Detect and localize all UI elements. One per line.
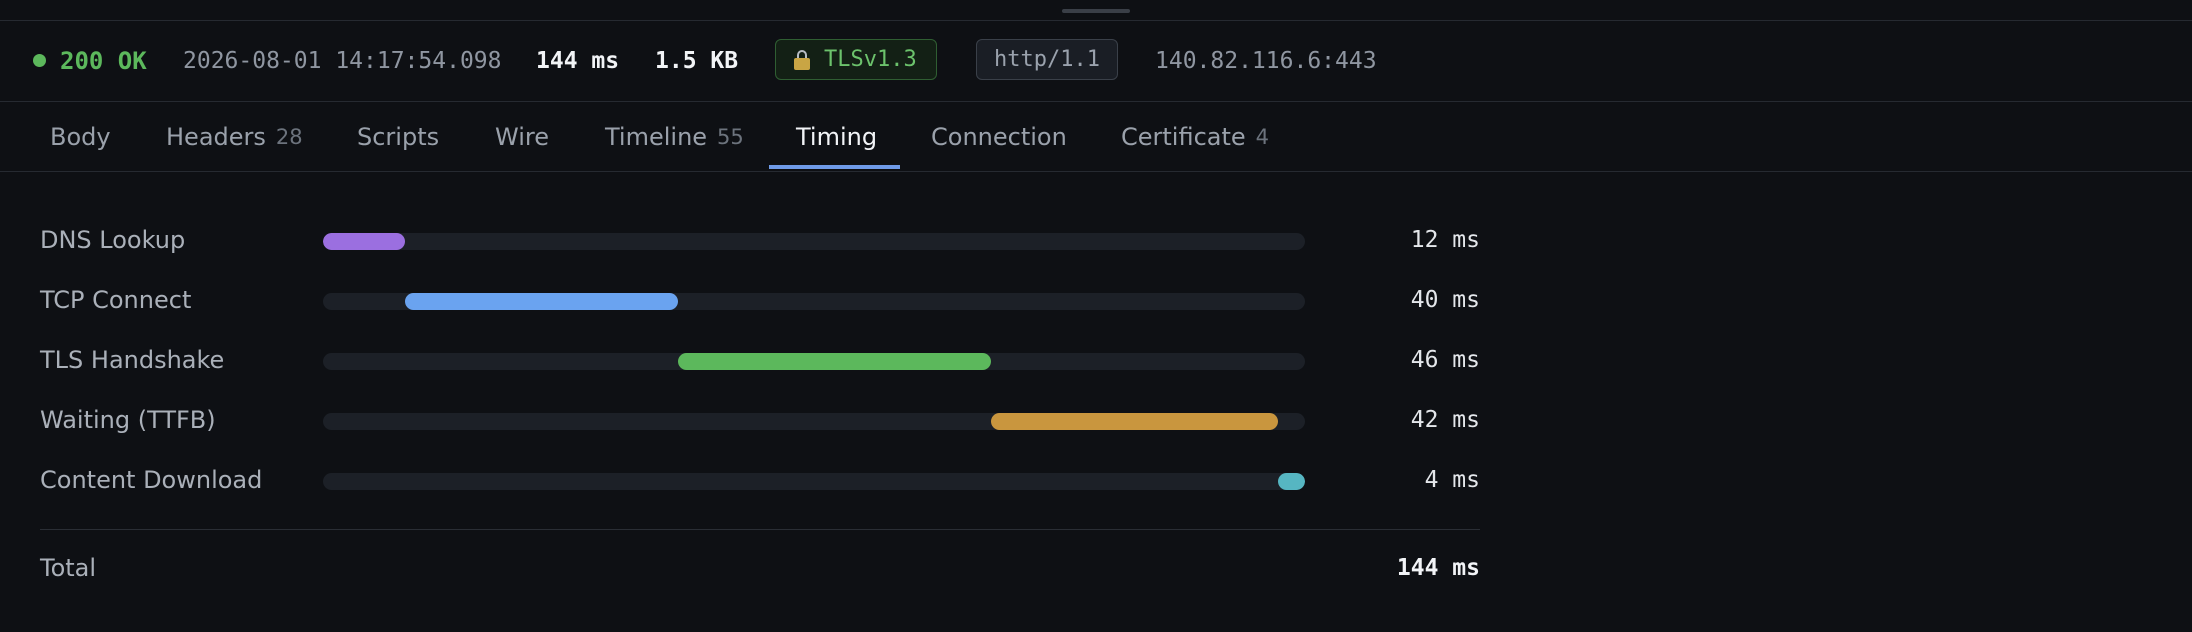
tab-label: Timeline (605, 122, 708, 151)
phase-duration: 12 ms (1410, 227, 1480, 253)
response-status-bar: 200 OK 2026-08-01 14:17:54.098 144 ms 1.… (0, 20, 2192, 102)
phase-bar (677, 353, 992, 370)
panel-resize-strip[interactable] (0, 0, 2192, 21)
phase-label: TCP Connect (40, 286, 192, 314)
tab-timing[interactable]: Timing (796, 102, 877, 171)
timing-panel: DNS Lookup 12 ms TCP Connect 40 ms TLS H… (0, 172, 2192, 632)
tab-label: Headers (166, 122, 266, 151)
tab-label: Wire (495, 122, 549, 151)
phase-bar (404, 293, 678, 310)
phase-bar (323, 233, 405, 250)
tab-label: Body (50, 122, 111, 151)
phase-duration: 4 ms (1424, 467, 1480, 493)
tab-count-badge: 55 (717, 124, 744, 149)
phase-duration: 46 ms (1410, 347, 1480, 373)
tab-scripts[interactable]: Scripts (357, 102, 439, 171)
lock-icon (794, 49, 810, 70)
total-duration: 144 ms (1396, 555, 1480, 581)
tab-count-badge: 28 (275, 124, 303, 149)
response-duration: 144 ms (536, 47, 620, 74)
tab-label: Connection (931, 122, 1067, 151)
tab-count-badge: 4 (1255, 124, 1270, 149)
response-tabs: Body Headers 28 Scripts Wire Timeline 55… (0, 102, 2192, 172)
phase-track (323, 413, 1305, 430)
phase-label: Waiting (TTFB) (40, 406, 216, 434)
phase-label: Content Download (40, 466, 263, 494)
tab-label: Timing (796, 122, 878, 151)
tls-version-badge[interactable]: TLSv1.3 (775, 39, 937, 80)
resize-handle[interactable] (1062, 9, 1130, 13)
remote-address: 140.82.116.6:443 (1155, 47, 1377, 74)
total-label: Total (40, 554, 97, 582)
tab-label: Scripts (357, 122, 440, 151)
active-tab-indicator (769, 165, 900, 169)
tab-label: Certificate (1121, 122, 1246, 151)
response-timestamp: 2026-08-01 14:17:54.098 (183, 47, 502, 74)
status-ok-dot-icon (33, 54, 46, 67)
timing-divider (40, 529, 1480, 530)
timing-row: TCP Connect 40 ms (0, 280, 1480, 320)
phase-label: DNS Lookup (40, 226, 186, 254)
timing-row: Content Download 4 ms (0, 460, 1480, 500)
phase-duration: 42 ms (1410, 407, 1480, 433)
tab-certificate[interactable]: Certificate 4 (1121, 102, 1269, 171)
timing-row: Waiting (TTFB) 42 ms (0, 400, 1480, 440)
phase-bar (991, 413, 1278, 430)
tab-connection[interactable]: Connection (931, 102, 1067, 171)
tab-headers[interactable]: Headers 28 (166, 102, 303, 171)
phase-label: TLS Handshake (40, 346, 225, 374)
phase-duration: 40 ms (1410, 287, 1480, 313)
timing-row: DNS Lookup 12 ms (0, 220, 1480, 260)
tls-version-label: TLSv1.3 (824, 47, 917, 72)
protocol-badge: http/1.1 (976, 39, 1118, 80)
tab-body[interactable]: Body (50, 102, 111, 171)
phase-track (323, 293, 1305, 310)
timing-row: TLS Handshake 46 ms (0, 340, 1480, 380)
response-size: 1.5 KB (655, 47, 739, 74)
status-code: 200 OK (60, 46, 147, 75)
phase-track (323, 353, 1305, 370)
tab-timeline[interactable]: Timeline 55 (605, 102, 744, 171)
tab-wire[interactable]: Wire (495, 102, 549, 171)
phase-bar (1277, 473, 1305, 490)
phase-track (323, 233, 1305, 250)
phase-track (323, 473, 1305, 490)
